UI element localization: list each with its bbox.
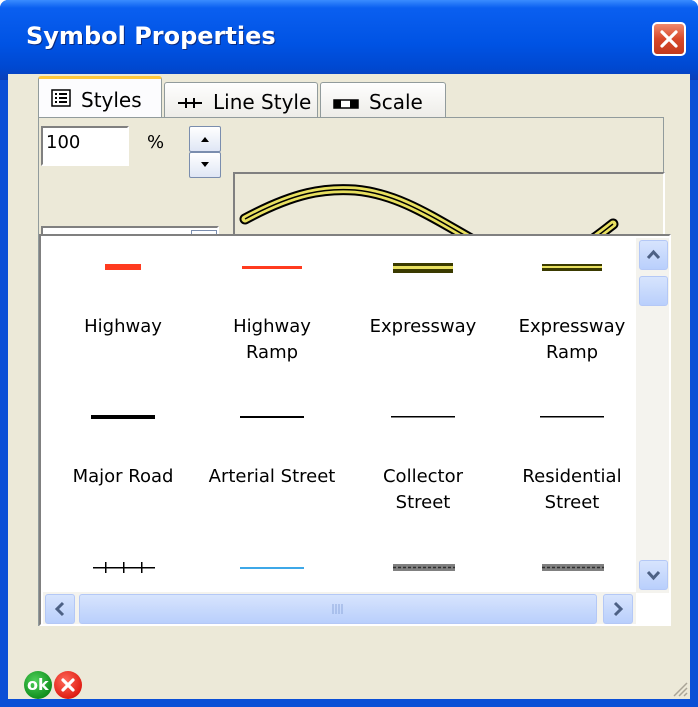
scroll-down-button[interactable] xyxy=(639,560,668,590)
dialog-body: Styles Line Style Scale 100 % Highway Hi… xyxy=(8,74,690,699)
line-style-icon xyxy=(177,90,203,114)
style-item-label: Arterial Street xyxy=(208,466,336,487)
resize-grip-icon[interactable] xyxy=(668,677,688,697)
style-item-label: Collector Street xyxy=(382,466,464,513)
style-item-highway[interactable]: Highway xyxy=(53,258,193,340)
dashed-gray-swatch xyxy=(393,564,455,571)
horizontal-scrollbar[interactable] xyxy=(43,592,636,624)
scale-up-button[interactable] xyxy=(189,126,221,152)
list-icon xyxy=(51,88,71,112)
scale-down-button[interactable] xyxy=(189,152,221,178)
scale-input[interactable]: 100 xyxy=(41,126,129,166)
style-item-label: Highway Ramp xyxy=(233,316,311,363)
highway-swatch xyxy=(105,264,141,270)
style-item-expressway[interactable]: Expressway xyxy=(353,258,493,340)
style-item-label: Highway xyxy=(84,316,162,337)
style-list: Highway Highway Ramp Expressway Expressw… xyxy=(39,234,671,626)
grip-lines-icon xyxy=(332,604,343,614)
title-bar[interactable]: Symbol Properties xyxy=(0,0,698,80)
chevron-left-icon xyxy=(54,601,65,617)
horizontal-scroll-thumb[interactable] xyxy=(79,594,597,624)
vertical-scroll-thumb[interactable] xyxy=(639,276,668,306)
dashed-gray-swatch xyxy=(542,564,604,571)
style-item-label: Residential Street xyxy=(522,466,622,513)
style-item-expressway-ramp[interactable]: Expressway Ramp xyxy=(502,258,642,366)
close-icon xyxy=(660,30,678,48)
tab-styles[interactable]: Styles xyxy=(38,76,162,120)
tab-scale[interactable]: Scale xyxy=(320,82,446,120)
cancel-icon xyxy=(61,678,75,692)
scroll-up-button[interactable] xyxy=(639,240,668,270)
style-item-collector-street[interactable]: Collector Street xyxy=(353,408,493,516)
ok-label: ok xyxy=(27,675,49,694)
arterial-street-swatch xyxy=(240,416,304,418)
style-item-railroad[interactable] xyxy=(53,558,193,586)
tab-styles-label: Styles xyxy=(81,87,142,112)
percent-label: % xyxy=(147,132,165,153)
symbol-properties-window: Symbol Properties Styles Line Style Scal… xyxy=(0,0,698,707)
scroll-left-button[interactable] xyxy=(45,594,75,624)
collector-street-swatch xyxy=(391,416,455,418)
style-item-stream[interactable] xyxy=(202,558,342,586)
style-item-major-road[interactable]: Major Road xyxy=(53,408,193,490)
style-listbox[interactable]: Highway Highway Ramp Expressway Expressw… xyxy=(39,234,671,626)
style-item-arterial-street[interactable]: Arterial Street xyxy=(202,408,342,490)
style-item-highway-ramp[interactable]: Highway Ramp xyxy=(202,258,342,366)
styles-panel: 100 % * xyxy=(38,118,671,626)
major-road-swatch xyxy=(91,415,155,419)
tab-line-style[interactable]: Line Style xyxy=(164,82,318,120)
chevron-right-icon xyxy=(613,601,624,617)
style-item-dashed-gray-2[interactable] xyxy=(502,558,642,586)
vertical-scrollbar[interactable] xyxy=(636,238,669,593)
scale-icon xyxy=(333,90,359,114)
scroll-right-button[interactable] xyxy=(603,594,633,624)
highway-ramp-swatch xyxy=(242,266,302,269)
window-title: Symbol Properties xyxy=(26,22,276,50)
cancel-button[interactable] xyxy=(54,671,82,699)
chevron-down-icon xyxy=(646,570,661,581)
railroad-swatch xyxy=(93,562,155,573)
expressway-swatch xyxy=(393,263,453,273)
residential-street-swatch xyxy=(540,416,604,418)
style-item-label: Major Road xyxy=(72,466,174,487)
close-button[interactable] xyxy=(652,22,686,56)
style-item-dashed-gray-1[interactable] xyxy=(353,558,493,586)
expressway-ramp-swatch xyxy=(542,264,602,271)
arrow-down-icon xyxy=(201,162,209,167)
style-item-label: Expressway Ramp xyxy=(518,316,626,363)
style-item-label: Expressway xyxy=(369,316,477,337)
arrow-up-icon xyxy=(201,137,209,142)
tab-scale-label: Scale xyxy=(369,89,423,114)
tab-line-style-label: Line Style xyxy=(213,89,312,114)
style-item-residential-street[interactable]: Residential Street xyxy=(502,408,642,516)
chevron-up-icon xyxy=(646,249,661,260)
blue-line-swatch xyxy=(240,567,304,569)
ok-button[interactable]: ok xyxy=(24,671,52,699)
